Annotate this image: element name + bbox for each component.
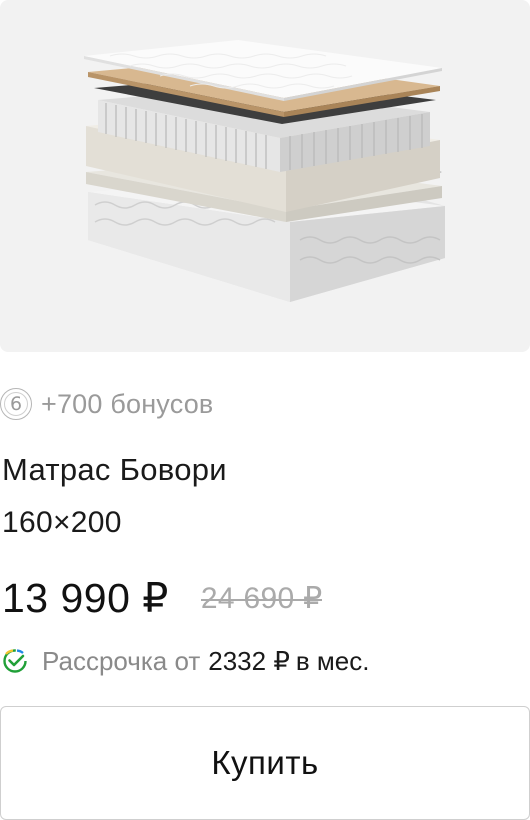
installment-row[interactable]: Рассрочка от 2332 ₽ в мес. [2, 643, 369, 679]
mattress-illustration [84, 40, 445, 302]
sber-check-icon [3, 649, 27, 673]
buy-button[interactable]: Купить [0, 706, 530, 820]
installment-amount: 2332 ₽ [208, 645, 290, 676]
installment-suffix: в мес. [295, 645, 370, 676]
product-card: 6 +700 бонусов Матрас Бовори 160×200 13 … [0, 0, 530, 820]
bonus-text: +700 бонусов [41, 388, 214, 419]
installment-label: Рассрочка от [42, 645, 201, 676]
product-title[interactable]: Матрас Бовори [2, 452, 227, 488]
bonus-badge-number: 6 [9, 393, 23, 415]
bonus-coin-icon: 6 [0, 388, 32, 420]
product-image[interactable] [0, 0, 530, 352]
current-price: 13 990 ₽ [2, 575, 169, 621]
bonus-row: 6 +700 бонусов [0, 384, 213, 424]
product-size: 160×200 [2, 506, 122, 539]
old-price: 24 690 ₽ [200, 581, 323, 615]
price-row: 13 990 ₽ 24 690 ₽ [2, 572, 322, 624]
